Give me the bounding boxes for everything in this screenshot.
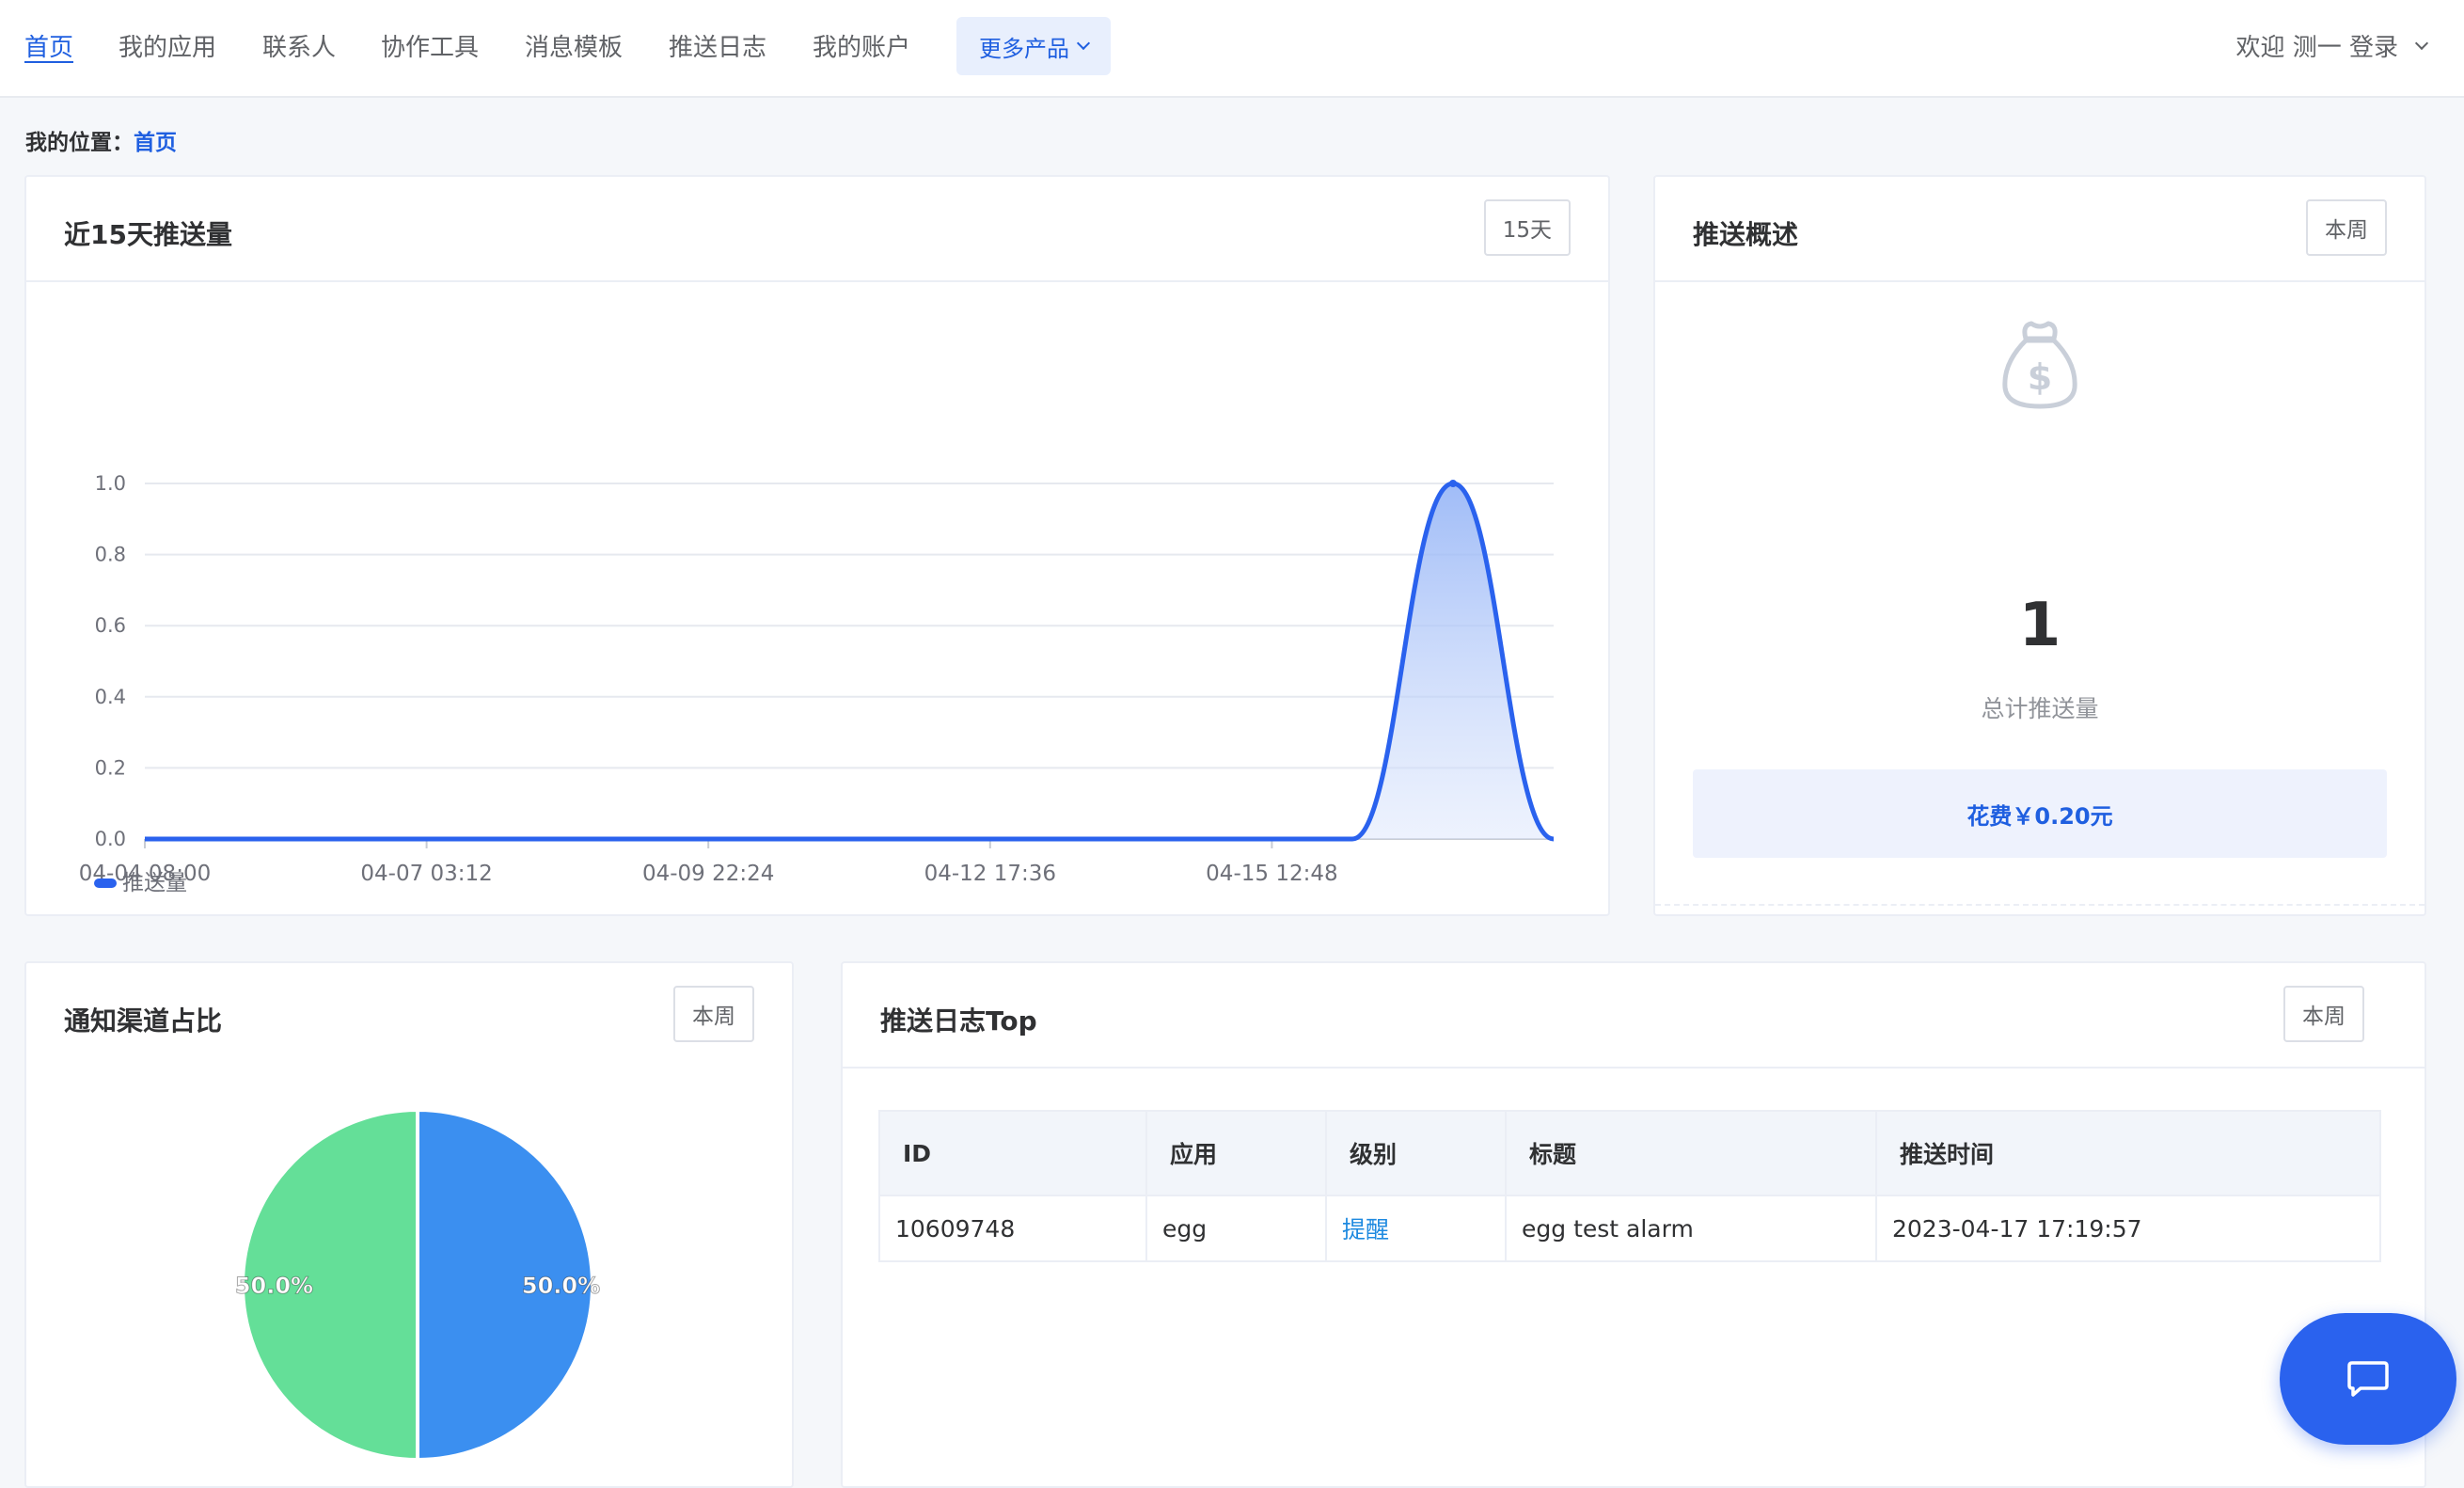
cell-level: 提醒 <box>1325 1195 1507 1262</box>
column-header-title[interactable]: 标题 <box>1505 1110 1877 1196</box>
y-tick-label: 0.4 <box>95 686 126 708</box>
channel-pie-chart: 50.0% 50.0% <box>234 1107 601 1463</box>
card-title: 近15天推送量 <box>64 219 232 250</box>
push-trend-card: 近15天推送量 15天 0.0 0.2 0.4 0.6 0.8 1.0 04-04 08:0… <box>24 175 1610 916</box>
range-15d-button[interactable]: 15天 <box>1483 199 1571 256</box>
push-overview-card: 推送概述 本周 $ 1 总计推送量 花费￥0.20元 1 昨日 0 今日 <box>1653 175 2426 1042</box>
x-tick-label: 04-07 03:12 <box>360 862 492 886</box>
user-menu[interactable]: 欢迎 测一 登录 <box>2235 28 2429 63</box>
breadcrumb-prefix: 我的位置： <box>25 131 134 155</box>
nav-item-collab-tools[interactable]: 协作工具 <box>381 28 479 63</box>
money-bag-icon: $ <box>2002 321 2077 409</box>
breadcrumb: 我的位置：首页 <box>25 124 177 156</box>
user-welcome-label: 欢迎 测一 登录 <box>2235 34 2398 62</box>
chat-bubble-icon <box>2347 1361 2389 1397</box>
chevron-down-icon <box>1076 36 1091 51</box>
push-trend-chart: 0.00.20.40.60.81.004-04 08:00 04-07 03:12… <box>79 472 1555 895</box>
legend-swatch <box>94 879 117 888</box>
card-title: 推送日志Top <box>880 1005 1037 1037</box>
series-line <box>145 481 1555 842</box>
push-log-top-card: 推送日志Top 本周 ID 应用 级别 标题 推送时间 10609748 egg… <box>841 961 2426 1488</box>
nav-item-push-logs[interactable]: 推送日志 <box>669 28 766 63</box>
column-header-app[interactable]: 应用 <box>1145 1110 1327 1196</box>
column-header-id[interactable]: ID <box>878 1110 1147 1196</box>
level-link[interactable]: 提醒 <box>1342 1216 1389 1243</box>
y-tick-label: 0.8 <box>95 544 126 566</box>
pie-slice-label: 50.0% <box>522 1273 600 1299</box>
card-header: 近15天推送量 15天 <box>26 177 1608 282</box>
x-tick-label: 04-15 12:48 <box>1206 862 1337 886</box>
nav-item-templates[interactable]: 消息模板 <box>525 28 623 63</box>
total-push-label: 总计推送量 <box>1981 695 2099 722</box>
chat-button[interactable] <box>2280 1313 2456 1445</box>
cell-push-time: 2023-04-17 17:19:57 <box>1875 1195 2381 1262</box>
divider <box>1655 904 2425 906</box>
cost-banner: 花费￥0.20元 <box>1693 769 2387 858</box>
y-tick-label: 0.6 <box>95 614 126 637</box>
range-week-button[interactable]: 本周 <box>2283 986 2364 1042</box>
table-row[interactable]: 10609748 egg 提醒 egg test alarm 2023-04-1… <box>878 1195 2381 1262</box>
nav-item-home[interactable]: 首页 <box>24 28 73 63</box>
nav-item-my-apps[interactable]: 我的应用 <box>118 28 216 63</box>
svg-text:$: $ <box>2028 356 2052 398</box>
range-week-button[interactable]: 本周 <box>673 986 754 1042</box>
card-title: 通知渠道占比 <box>64 1005 223 1037</box>
top-nav: 首页 我的应用 联系人 协作工具 消息模板 推送日志 我的账户 更多产品 欢迎 … <box>0 0 2464 98</box>
cell-app: egg <box>1145 1195 1327 1262</box>
legend-label: 推送量 <box>122 871 187 895</box>
push-log-table: ID 应用 级别 标题 推送时间 10609748 egg 提醒 egg tes… <box>878 1110 2381 1262</box>
y-tick-label: 1.0 <box>95 472 126 495</box>
data-point <box>1449 480 1457 487</box>
column-header-level[interactable]: 级别 <box>1325 1110 1507 1196</box>
column-header-push-time[interactable]: 推送时间 <box>1875 1110 2381 1196</box>
card-title: 推送概述 <box>1693 219 1799 250</box>
channel-share-card: 通知渠道占比 本周 50.0% 50.0% <box>24 961 794 1488</box>
nav-item-contacts[interactable]: 联系人 <box>262 28 336 63</box>
y-tick-label: 0.2 <box>95 756 126 779</box>
chevron-down-icon <box>2414 36 2429 50</box>
cell-id: 10609748 <box>878 1195 1147 1262</box>
nav-item-my-account[interactable]: 我的账户 <box>813 28 910 63</box>
cell-title: egg test alarm <box>1505 1195 1877 1262</box>
y-tick-label: 0.0 <box>95 828 126 850</box>
pie-slice-label: 50.0% <box>235 1273 313 1299</box>
x-tick-label: 04-09 22:24 <box>642 862 774 886</box>
table-header-row: ID 应用 级别 标题 推送时间 <box>878 1110 2381 1196</box>
more-products-dropdown[interactable]: 更多产品 <box>956 17 1111 75</box>
card-header: 推送日志Top 本周 <box>843 963 2425 1069</box>
total-push-count: 1 <box>2018 591 2061 660</box>
more-products-label: 更多产品 <box>979 35 1069 62</box>
x-tick-label: 04-12 17:36 <box>924 862 1056 886</box>
series-area <box>145 483 1554 839</box>
breadcrumb-home-link[interactable]: 首页 <box>134 131 177 155</box>
range-week-button[interactable]: 本周 <box>2306 199 2387 256</box>
card-header: 推送概述 本周 <box>1655 177 2425 282</box>
